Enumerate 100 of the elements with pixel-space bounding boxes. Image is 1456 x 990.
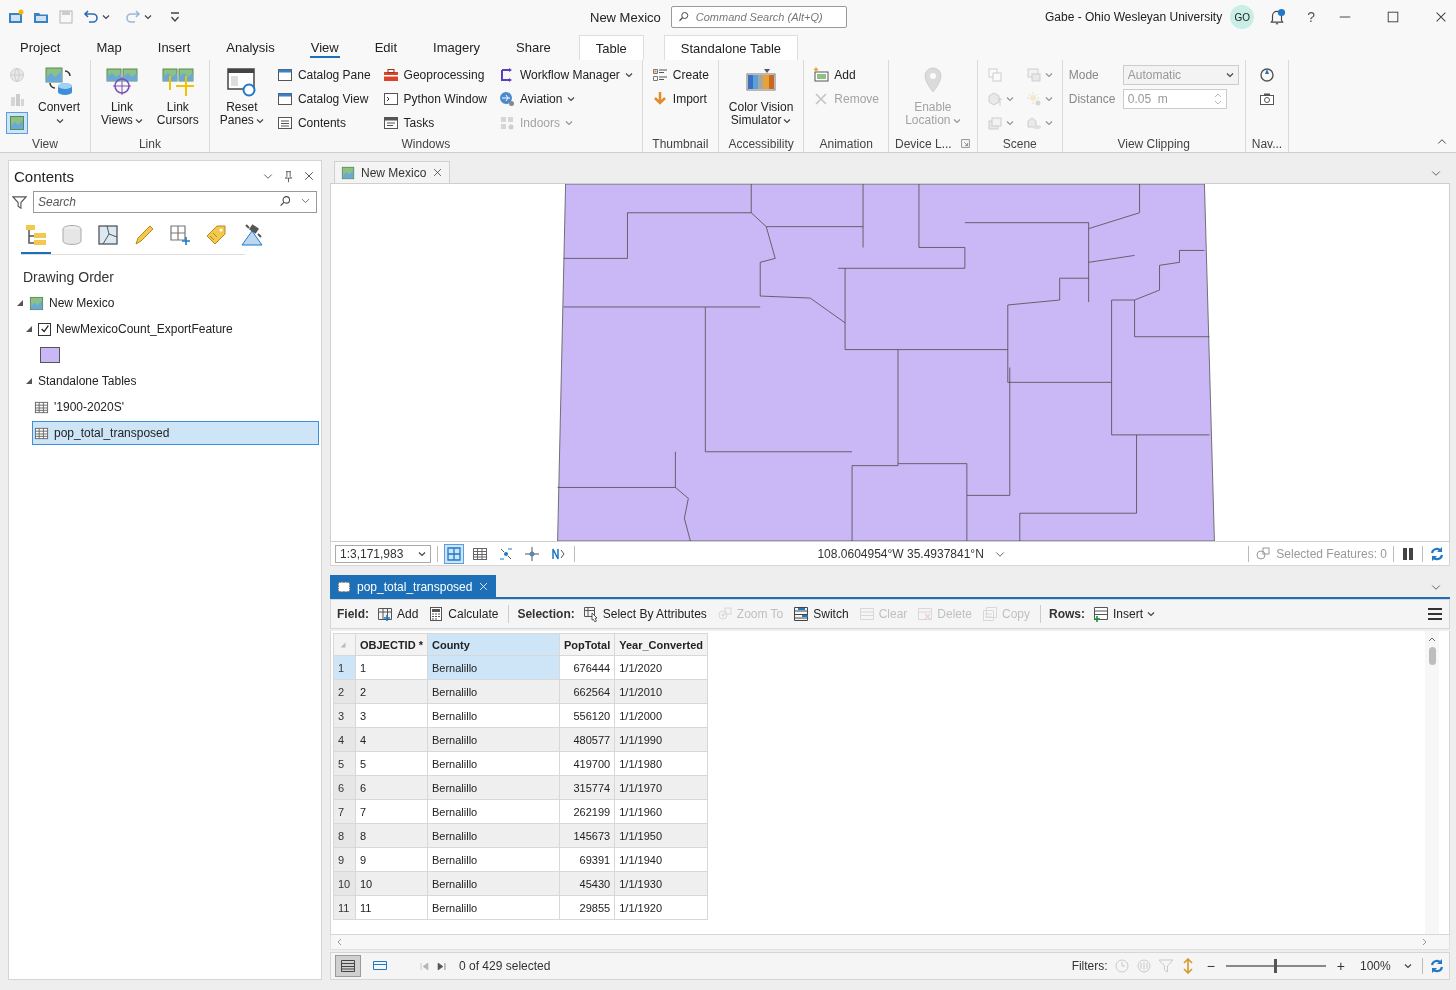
bell-icon[interactable]	[1268, 8, 1287, 26]
last-record-icon[interactable]	[436, 960, 447, 972]
zoom-in-button[interactable]: +	[1331, 957, 1350, 975]
table-cell: 1/1/2010	[614, 679, 708, 704]
table-cell: 1/1/1950	[614, 823, 708, 848]
row-number[interactable]: 2	[333, 679, 356, 704]
table-cell: 7	[355, 799, 428, 824]
column-header[interactable]: OBJECTID *	[355, 633, 428, 656]
ribbon-tab[interactable]: Edit	[356, 34, 416, 60]
scale-field[interactable]: 1:3,171,983	[335, 544, 431, 563]
tree-item[interactable]: pop_total_transposed	[32, 421, 319, 445]
row-number[interactable]: 11	[333, 895, 356, 920]
ribbon-button[interactable]: Geoprocessing	[379, 64, 490, 86]
pin-icon[interactable]	[282, 169, 295, 183]
ribbon-button[interactable]: Reset Panes	[215, 63, 268, 130]
x-icon	[813, 91, 830, 107]
column-header[interactable]: PopTotal	[559, 633, 615, 656]
filter-icon[interactable]	[12, 193, 27, 211]
toolbar-button[interactable]: Switch	[791, 603, 851, 625]
status-tool[interactable]	[444, 543, 464, 564]
ribbon-tab[interactable]: Project	[2, 34, 79, 60]
toolbar-button[interactable]: Select By Attributes	[580, 603, 709, 625]
toolbar-button[interactable]: Add	[375, 603, 421, 625]
ribbon-button[interactable]: Python Window	[379, 88, 490, 110]
ribbon-button[interactable]: Workflow Manager	[496, 64, 636, 86]
scroll-up-icon[interactable]	[1427, 635, 1437, 643]
zoom-level-field[interactable]: 100%	[1356, 957, 1416, 975]
table-cell: 29855	[559, 895, 615, 920]
ribbon-button[interactable]: Tasks	[379, 112, 490, 134]
tree-item[interactable]: Standalone Tables	[23, 369, 319, 393]
maximize-icon[interactable]	[1386, 10, 1400, 24]
refresh-icon[interactable]	[1429, 958, 1445, 974]
ribbon-button[interactable]: Add	[810, 64, 882, 86]
group-label: Scene	[1002, 136, 1037, 151]
close-icon[interactable]	[303, 170, 315, 182]
row-number[interactable]: 6	[333, 775, 356, 800]
ribbon-button[interactable]: Convert	[34, 63, 85, 130]
ribbon-button[interactable]: Contents	[273, 112, 374, 134]
ribbon-tab[interactable]: Analysis	[208, 34, 293, 60]
ribbon-tab[interactable]: Map	[78, 34, 140, 60]
quick-access-button[interactable]	[8, 9, 24, 25]
zoom-out-button[interactable]: −	[1201, 957, 1220, 975]
ribbon-button[interactable]: Create	[648, 64, 712, 86]
pause-icon[interactable]	[1400, 545, 1416, 562]
row-number[interactable]: 10	[333, 871, 356, 896]
stack-icon	[986, 115, 1003, 131]
ribbon-button[interactable]: Link Cursors	[152, 63, 203, 130]
expand-toggle-icon[interactable]	[25, 324, 33, 334]
delete-icon	[917, 606, 934, 622]
row-number[interactable]: 7	[333, 799, 356, 824]
help-button[interactable]: ?	[1306, 8, 1316, 26]
row-number[interactable]: 5	[333, 751, 356, 776]
horizontal-scrollbar[interactable]	[330, 935, 1450, 950]
row-number[interactable]: 1	[333, 655, 356, 680]
tree-item[interactable]: NewMexicoCount_ExportFeature	[23, 317, 319, 341]
user-avatar[interactable]: GO	[1230, 5, 1255, 29]
close-icon[interactable]	[1434, 10, 1448, 24]
checkbox[interactable]	[38, 322, 51, 336]
search-field[interactable]: Search	[33, 191, 317, 213]
close-icon[interactable]	[432, 167, 444, 178]
ribbon-button[interactable]: Aviation	[496, 88, 636, 110]
toolbar-button[interactable]: Calculate	[426, 603, 501, 625]
ribbon-tab[interactable]: Table	[578, 35, 644, 60]
expand-toggle-icon[interactable]	[16, 298, 24, 308]
ribbon-tab[interactable]: Share	[498, 34, 569, 60]
expand-toggle-icon[interactable]	[25, 376, 33, 386]
menu-icon[interactable]	[1427, 606, 1443, 622]
search-icon[interactable]	[279, 195, 292, 208]
map-document-tab[interactable]: New Mexico	[334, 161, 451, 183]
tool-button[interactable]	[6, 112, 28, 134]
ribbon-tab[interactable]: Insert	[139, 34, 209, 60]
zoom-slider[interactable]	[1225, 959, 1326, 973]
close-icon[interactable]	[478, 581, 490, 592]
ribbon-button[interactable]: Catalog View	[273, 88, 374, 110]
table-document-tab[interactable]: pop_total_transposed	[330, 575, 497, 597]
view-mode-button[interactable]	[335, 955, 361, 977]
refresh-icon[interactable]	[1429, 545, 1445, 562]
grid-plus-icon	[168, 223, 192, 247]
row-number[interactable]: 8	[333, 823, 356, 848]
ribbon-tab[interactable]: Imagery	[415, 34, 499, 60]
ribbon-button[interactable]: Catalog Pane	[273, 64, 374, 86]
zoom-slider-thumb[interactable]	[1273, 959, 1277, 973]
tree-item[interactable]: New Mexico	[14, 291, 319, 315]
row-number[interactable]: 4	[333, 727, 356, 752]
vertical-scrollbar[interactable]	[1425, 631, 1439, 934]
row-number[interactable]: 3	[333, 703, 356, 728]
toolbar-button[interactable]: Insert	[1091, 603, 1158, 625]
tree-item[interactable]: '1900-2020S'	[32, 395, 319, 419]
command-search-field[interactable]: Command Search (Alt+Q)	[670, 6, 847, 28]
ribbon-button[interactable]: Color Vision Simulator	[724, 63, 798, 130]
camera-icon	[1258, 91, 1275, 107]
dialog-launcher-icon[interactable]	[959, 138, 971, 149]
ribbon-button[interactable]: Import	[648, 88, 712, 110]
column-header[interactable]: County	[427, 633, 560, 656]
ribbon-button[interactable]: Link Views	[97, 63, 147, 130]
column-header[interactable]: Year_Converted	[614, 633, 708, 656]
scroll-thumb[interactable]	[1428, 647, 1436, 665]
caret-icon	[418, 550, 426, 557]
row-number[interactable]: 9	[333, 847, 356, 872]
ribbon-tab[interactable]: Standalone Table	[663, 35, 799, 60]
